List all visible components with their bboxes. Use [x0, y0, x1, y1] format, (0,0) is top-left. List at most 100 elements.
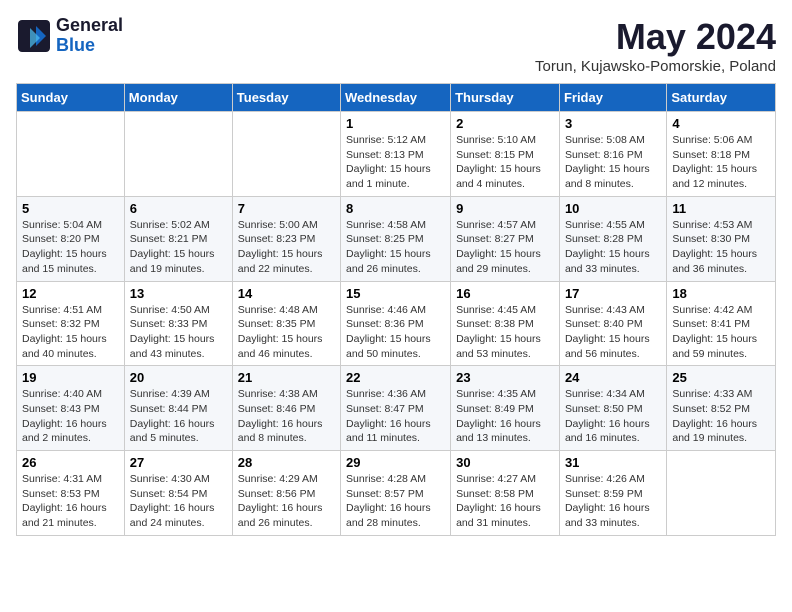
logo-text: General Blue [56, 16, 123, 56]
day-info: Sunrise: 4:43 AM Sunset: 8:40 PM Dayligh… [565, 303, 661, 362]
calendar-day-28: 28Sunrise: 4:29 AM Sunset: 8:56 PM Dayli… [232, 451, 340, 536]
day-info: Sunrise: 4:38 AM Sunset: 8:46 PM Dayligh… [238, 387, 335, 446]
day-number: 29 [346, 455, 445, 470]
day-info: Sunrise: 4:46 AM Sunset: 8:36 PM Dayligh… [346, 303, 445, 362]
day-info: Sunrise: 4:29 AM Sunset: 8:56 PM Dayligh… [238, 472, 335, 531]
day-info: Sunrise: 4:42 AM Sunset: 8:41 PM Dayligh… [672, 303, 770, 362]
day-info: Sunrise: 4:51 AM Sunset: 8:32 PM Dayligh… [22, 303, 119, 362]
calendar-table: SundayMondayTuesdayWednesdayThursdayFrid… [16, 83, 776, 536]
day-number: 19 [22, 370, 119, 385]
calendar-day-24: 24 Sunrise: 4:34 AM Sunset: 8:50 PM Dayli… [559, 366, 666, 451]
calendar-empty [124, 112, 232, 197]
calendar-day-21: 21 Sunrise: 4:38 AM Sunset: 8:46 PM Dayli… [232, 366, 340, 451]
day-info: Sunrise: 4:40 AM Sunset: 8:43 PM Dayligh… [22, 387, 119, 446]
day-number: 16 [456, 286, 554, 301]
calendar-day-6: 6 Sunrise: 5:02 AM Sunset: 8:21 PM Daylig… [124, 196, 232, 281]
logo-general: General [56, 16, 123, 36]
calendar-day-29: 29 Sunrise: 4:28 AM Sunset: 8:57 PM Dayli… [341, 451, 451, 536]
day-number: 11 [672, 201, 770, 216]
weekday-header-wednesday: Wednesday [341, 84, 451, 112]
calendar-empty [667, 451, 776, 536]
calendar-day-30: 30Sunrise: 4:27 AM Sunset: 8:58 PM Dayli… [451, 451, 560, 536]
day-info: Sunrise: 4:26 AM Sunset: 8:59 PM Dayligh… [565, 472, 661, 531]
logo-blue: Blue [56, 36, 123, 56]
calendar-day-5: 5 Sunrise: 5:04 AM Sunset: 8:20 PM Daylig… [17, 196, 125, 281]
weekday-header-friday: Friday [559, 84, 666, 112]
location-subtitle: Torun, Kujawsko-Pomorskie, Poland [535, 58, 776, 75]
day-info: Sunrise: 4:34 AM Sunset: 8:50 PM Dayligh… [565, 387, 661, 446]
calendar-day-3: 3 Sunrise: 5:08 AM Sunset: 8:16 PM Daylig… [559, 112, 666, 197]
calendar-day-18: 18 Sunrise: 4:42 AM Sunset: 8:41 PM Dayli… [667, 281, 776, 366]
calendar-day-26: 26Sunrise: 4:31 AM Sunset: 8:53 PM Dayli… [17, 451, 125, 536]
calendar-day-9: 9Sunrise: 4:57 AM Sunset: 8:27 PM Daylig… [451, 196, 560, 281]
day-number: 18 [672, 286, 770, 301]
day-info: Sunrise: 4:55 AM Sunset: 8:28 PM Dayligh… [565, 218, 661, 277]
calendar-week-3: 12Sunrise: 4:51 AM Sunset: 8:32 PM Dayli… [17, 281, 776, 366]
day-number: 3 [565, 116, 661, 131]
calendar-day-23: 23Sunrise: 4:35 AM Sunset: 8:49 PM Dayli… [451, 366, 560, 451]
calendar-day-31: 31 Sunrise: 4:26 AM Sunset: 8:59 PM Dayli… [559, 451, 666, 536]
day-number: 1 [346, 116, 445, 131]
day-info: Sunrise: 4:53 AM Sunset: 8:30 PM Dayligh… [672, 218, 770, 277]
day-info: Sunrise: 4:45 AM Sunset: 8:38 PM Dayligh… [456, 303, 554, 362]
day-number: 10 [565, 201, 661, 216]
day-info: Sunrise: 5:12 AM Sunset: 8:13 PM Dayligh… [346, 133, 445, 192]
day-number: 6 [130, 201, 227, 216]
calendar-day-11: 11 Sunrise: 4:53 AM Sunset: 8:30 PM Dayli… [667, 196, 776, 281]
day-number: 22 [346, 370, 445, 385]
day-number: 14 [238, 286, 335, 301]
day-info: Sunrise: 4:28 AM Sunset: 8:57 PM Dayligh… [346, 472, 445, 531]
calendar-day-19: 19 Sunrise: 4:40 AM Sunset: 8:43 PM Dayli… [17, 366, 125, 451]
day-number: 13 [130, 286, 227, 301]
calendar-day-14: 14Sunrise: 4:48 AM Sunset: 8:35 PM Dayli… [232, 281, 340, 366]
day-number: 15 [346, 286, 445, 301]
day-info: Sunrise: 4:50 AM Sunset: 8:33 PM Dayligh… [130, 303, 227, 362]
day-number: 31 [565, 455, 661, 470]
day-number: 26 [22, 455, 119, 470]
day-number: 2 [456, 116, 554, 131]
weekday-header-row: SundayMondayTuesdayWednesdayThursdayFrid… [17, 84, 776, 112]
calendar-week-5: 26Sunrise: 4:31 AM Sunset: 8:53 PM Dayli… [17, 451, 776, 536]
calendar-body: 1 Sunrise: 5:12 AM Sunset: 8:13 PM Daylig… [17, 112, 776, 536]
day-number: 17 [565, 286, 661, 301]
calendar-day-1: 1 Sunrise: 5:12 AM Sunset: 8:13 PM Daylig… [341, 112, 451, 197]
page-header: General Blue May 2024 Torun, Kujawsko-Po… [16, 16, 776, 75]
day-number: 20 [130, 370, 227, 385]
weekday-header-sunday: Sunday [17, 84, 125, 112]
weekday-header-monday: Monday [124, 84, 232, 112]
weekday-header-saturday: Saturday [667, 84, 776, 112]
calendar-day-4: 4Sunrise: 5:06 AM Sunset: 8:18 PM Daylig… [667, 112, 776, 197]
calendar-day-7: 7 Sunrise: 5:00 AM Sunset: 8:23 PM Daylig… [232, 196, 340, 281]
calendar-day-10: 10 Sunrise: 4:55 AM Sunset: 8:28 PM Dayli… [559, 196, 666, 281]
day-info: Sunrise: 5:04 AM Sunset: 8:20 PM Dayligh… [22, 218, 119, 277]
day-info: Sunrise: 4:30 AM Sunset: 8:54 PM Dayligh… [130, 472, 227, 531]
day-number: 30 [456, 455, 554, 470]
calendar-day-20: 20 Sunrise: 4:39 AM Sunset: 8:44 PM Dayli… [124, 366, 232, 451]
day-info: Sunrise: 5:10 AM Sunset: 8:15 PM Dayligh… [456, 133, 554, 192]
day-info: Sunrise: 4:58 AM Sunset: 8:25 PM Dayligh… [346, 218, 445, 277]
day-number: 27 [130, 455, 227, 470]
calendar-day-15: 15 Sunrise: 4:46 AM Sunset: 8:36 PM Dayli… [341, 281, 451, 366]
day-info: Sunrise: 5:08 AM Sunset: 8:16 PM Dayligh… [565, 133, 661, 192]
day-info: Sunrise: 5:06 AM Sunset: 8:18 PM Dayligh… [672, 133, 770, 192]
calendar-day-12: 12Sunrise: 4:51 AM Sunset: 8:32 PM Dayli… [17, 281, 125, 366]
day-number: 7 [238, 201, 335, 216]
weekday-header-thursday: Thursday [451, 84, 560, 112]
calendar-empty [17, 112, 125, 197]
day-info: Sunrise: 4:36 AM Sunset: 8:47 PM Dayligh… [346, 387, 445, 446]
calendar-day-25: 25Sunrise: 4:33 AM Sunset: 8:52 PM Dayli… [667, 366, 776, 451]
day-number: 9 [456, 201, 554, 216]
day-number: 21 [238, 370, 335, 385]
day-info: Sunrise: 5:02 AM Sunset: 8:21 PM Dayligh… [130, 218, 227, 277]
weekday-header-tuesday: Tuesday [232, 84, 340, 112]
calendar-week-4: 19 Sunrise: 4:40 AM Sunset: 8:43 PM Dayli… [17, 366, 776, 451]
calendar-header: SundayMondayTuesdayWednesdayThursdayFrid… [17, 84, 776, 112]
day-info: Sunrise: 5:00 AM Sunset: 8:23 PM Dayligh… [238, 218, 335, 277]
day-number: 24 [565, 370, 661, 385]
day-number: 5 [22, 201, 119, 216]
calendar-day-22: 22 Sunrise: 4:36 AM Sunset: 8:47 PM Dayli… [341, 366, 451, 451]
day-info: Sunrise: 4:39 AM Sunset: 8:44 PM Dayligh… [130, 387, 227, 446]
day-info: Sunrise: 4:33 AM Sunset: 8:52 PM Dayligh… [672, 387, 770, 446]
logo: General Blue [16, 16, 123, 56]
calendar-week-1: 1 Sunrise: 5:12 AM Sunset: 8:13 PM Daylig… [17, 112, 776, 197]
